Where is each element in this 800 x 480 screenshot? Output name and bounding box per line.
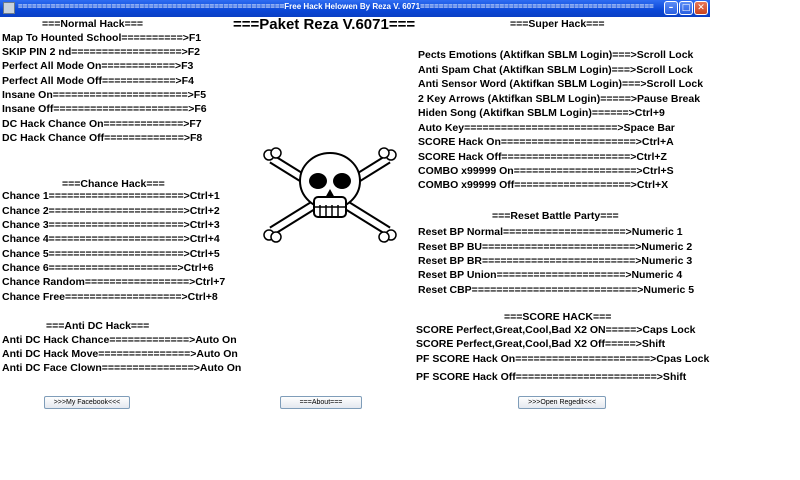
anti-dc-hack-header: ===Anti DC Hack===	[46, 320, 150, 332]
chance-hack-item: Chance 4======================>Ctrl+4	[2, 233, 220, 245]
normal-hack-item: Map To Hounted School==========>F1	[2, 32, 202, 44]
my-facebook-button[interactable]: >>>My Facebook<<<	[44, 396, 130, 409]
maximize-button[interactable]: □	[679, 1, 693, 15]
reset-bp-item: Reset BP Union=====================>Nume…	[418, 269, 683, 281]
minimize-icon: –	[668, 3, 674, 13]
normal-hack-item: Perfect All Mode On============>F3	[2, 60, 194, 72]
normal-hack-item: Perfect All Mode Off============>F4	[2, 75, 194, 87]
chance-hack-item: Chance 5======================>Ctrl+5	[2, 248, 220, 260]
main-window: ========================================…	[0, 0, 710, 418]
close-button[interactable]: ✕	[694, 1, 708, 15]
super-hack-item: Anti Sensor Word (Aktifkan SBLM Login)==…	[418, 78, 704, 90]
about-button[interactable]: ===About===	[280, 396, 362, 409]
score-hack-item: SCORE Perfect,Great,Cool,Bad X2 ON=====>…	[416, 324, 696, 336]
chance-hack-item: Chance 3======================>Ctrl+3	[2, 219, 220, 231]
maximize-icon: □	[681, 3, 691, 13]
reset-bp-item: Reset BP Normal====================>Nume…	[418, 226, 683, 238]
super-hack-item: SCORE Hack Off=====================>Ctrl…	[418, 151, 667, 163]
super-hack-item: 2 Key Arrows (Aktifkan SBLM Login)=====>…	[418, 93, 701, 105]
score-hack-header: ===SCORE HACK===	[504, 311, 612, 323]
reset-bp-item: Reset BP BR=========================>Num…	[418, 255, 693, 267]
anti-dc-item: Anti DC Face Clown===============>Auto O…	[2, 362, 242, 374]
score-hack-item: SCORE Perfect,Great,Cool,Bad X2 Off=====…	[416, 338, 666, 350]
score-hack-item: PF SCORE Hack On======================>C…	[416, 353, 710, 365]
chance-hack-item: Chance Free===================>Ctrl+8	[2, 291, 218, 303]
anti-dc-item: Anti DC Hack Chance=============>Auto On	[2, 334, 237, 346]
minimize-button[interactable]: –	[664, 1, 678, 15]
chance-hack-item: Chance 1======================>Ctrl+1	[2, 190, 220, 202]
reset-battle-party-header: ===Reset Battle Party===	[492, 210, 619, 222]
chance-hack-item: Chance Random=================>Ctrl+7	[2, 276, 226, 288]
normal-hack-item: SKIP PIN 2 nd==================>F2	[2, 46, 200, 58]
chance-hack-item: Chance 6=====================>Ctrl+6	[2, 262, 214, 274]
super-hack-header: ===Super Hack===	[510, 18, 605, 30]
normal-hack-item: Insane Off======================>F6	[2, 103, 207, 115]
super-hack-item: Pects Emotions (Aktifkan SBLM Login)===>…	[418, 49, 694, 61]
window-title: ========================================…	[18, 2, 654, 11]
super-hack-item: COMBO x99999 On====================>Ctrl…	[418, 165, 674, 177]
chance-hack-item: Chance 2======================>Ctrl+2	[2, 205, 220, 217]
normal-hack-item: Insane On======================>F5	[2, 89, 207, 101]
score-hack-item: PF SCORE Hack Off=======================…	[416, 371, 687, 383]
skull-crossbones-icon	[263, 147, 397, 243]
open-regedit-button[interactable]: >>>Open Regedit<<<	[518, 396, 606, 409]
anti-dc-item: Anti DC Hack Move===============>Auto On	[2, 348, 238, 360]
reset-bp-item: Reset CBP===========================>Num…	[418, 284, 695, 296]
page-title: ===Paket Reza V.6071===	[233, 16, 416, 33]
close-icon: ✕	[697, 3, 705, 13]
title-bar[interactable]: ========================================…	[0, 0, 710, 17]
normal-hack-item: DC Hack Chance On=============>F7	[2, 118, 202, 130]
super-hack-item: Anti Spam Chat (Aktifkan SBLM Login)===>…	[418, 64, 693, 76]
super-hack-item: Auto Key=========================>Space …	[418, 122, 675, 134]
app-icon	[3, 2, 15, 14]
super-hack-item: COMBO x99999 Off===================>Ctrl…	[418, 179, 669, 191]
super-hack-item: Hiden Song (Aktifkan SBLM Login)======>C…	[418, 107, 665, 119]
normal-hack-item: DC Hack Chance Off=============>F8	[2, 132, 203, 144]
normal-hack-header: ===Normal Hack===	[42, 18, 143, 30]
super-hack-item: SCORE Hack On======================>Ctrl…	[418, 136, 674, 148]
reset-bp-item: Reset BP BU=========================>Num…	[418, 241, 693, 253]
